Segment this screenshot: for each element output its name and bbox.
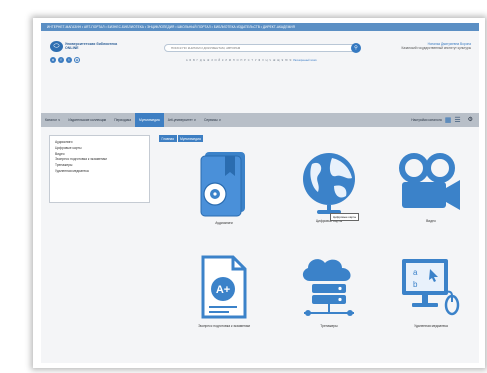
accessibility-eye-icon[interactable]: ◉ [74,57,80,63]
advanced-search-link[interactable]: Расширенный поиск [293,59,317,62]
search-icon: ⚲ [354,45,358,51]
nav-periodicals[interactable]: Периодика [110,113,135,127]
social-links: в f t ◉ [50,57,80,63]
grid-view-icon[interactable]: ▦ [445,117,452,124]
tile-video[interactable]: Видео [391,150,471,223]
alphabet-letters[interactable]: А Б В Г Д Е Ж З И Й К Л М Н О П Р С Т У … [186,59,292,62]
tile-exam-prep-label: Экспресс подготовка к экзаменам [198,324,250,328]
tile-audiobooks[interactable]: Аудиокниги [184,150,264,225]
multimedia-sidebar: Аудиокниги Цифровые карты Видео Экспресс… [49,135,150,203]
tile-audiobooks-label: Аудиокниги [215,221,233,225]
user-info: Наталья Дмитриевна Ворона Казанский госу… [379,42,472,51]
monitor-mouse-icon: a b [402,259,460,316]
top-links-bar[interactable]: ИНТЕРНЕТ-МАГАЗИН • ART-ПОРТАЛ • БИЗНЕС-Б… [41,23,479,31]
exam-grade-icon: A+ [201,255,247,319]
nav-catalog[interactable]: Каталог ∨ [41,113,64,127]
main-nav: Каталог ∨ Издательские коллекции Периоди… [41,113,479,127]
catalog-settings: Настройки каталога ▦ ☰ ⚙ [411,117,479,124]
tile-mediatheque[interactable]: a b Удаленная медиатека [391,255,471,328]
facebook-icon[interactable]: f [58,57,64,63]
alphabet-index: А Б В Г Д Е Ж З И Й К Л М Н О П Р С Т У … [186,59,317,62]
nav-arti-university[interactable]: Arti-университет ∨ [164,113,200,127]
catalog-settings-label[interactable]: Настройки каталога [411,118,441,122]
tile-trainers-label: Тренажеры [320,324,338,328]
svg-text:a: a [413,268,418,277]
cloud-server-icon [302,259,354,316]
sidebar-item-mediatheque[interactable]: Удаленная медиатека [55,169,144,175]
breadcrumb: Главная Мультимедиа [159,135,204,142]
globe-icon [303,153,355,214]
tile-mediatheque-label: Удаленная медиатека [414,324,448,328]
search-input[interactable] [164,44,359,52]
nav-services[interactable]: Сервисы ∨ [200,113,225,127]
nav-multimedia[interactable]: Мультимедиа [135,113,164,127]
svg-text:b: b [413,280,418,289]
search-button[interactable]: ⚲ [351,43,361,53]
tile-video-label: Видео [426,219,436,223]
video-camera-icon [399,153,460,210]
breadcrumb-home[interactable]: Главная [159,135,177,142]
user-organization: Казанский государственный институт культ… [401,46,472,51]
library-logo-icon[interactable]: ⬭ [50,41,63,52]
svg-text:A+: A+ [216,284,230,296]
header: ⬭ Университетская библиотека ONLINE в f … [41,31,479,86]
tile-exam-prep[interactable]: A+ Экспресс подготовка к экзаменам [184,255,264,328]
gear-icon[interactable]: ⚙ [468,117,473,123]
tile-trainers[interactable]: Тренажеры [289,255,369,328]
page: ИНТЕРНЕТ-МАГАЗИН • ART-ПОРТАЛ • БИЗНЕС-Б… [41,23,479,363]
audiobook-icon [200,152,245,217]
vk-icon[interactable]: в [50,57,56,63]
screenshot-frame: ИНТЕРНЕТ-МАГАЗИН • ART-ПОРТАЛ • БИЗНЕС-Б… [33,18,485,368]
tooltip: Цифровые карты [330,213,360,221]
logo-title[interactable]: Университетская библиотека ONLINE [65,42,125,50]
twitter-icon[interactable]: t [66,57,72,63]
nav-publisher-collections[interactable]: Издательские коллекции [64,113,110,127]
breadcrumb-multimedia[interactable]: Мультимедиа [177,135,204,142]
list-view-icon[interactable]: ☰ [454,117,460,124]
